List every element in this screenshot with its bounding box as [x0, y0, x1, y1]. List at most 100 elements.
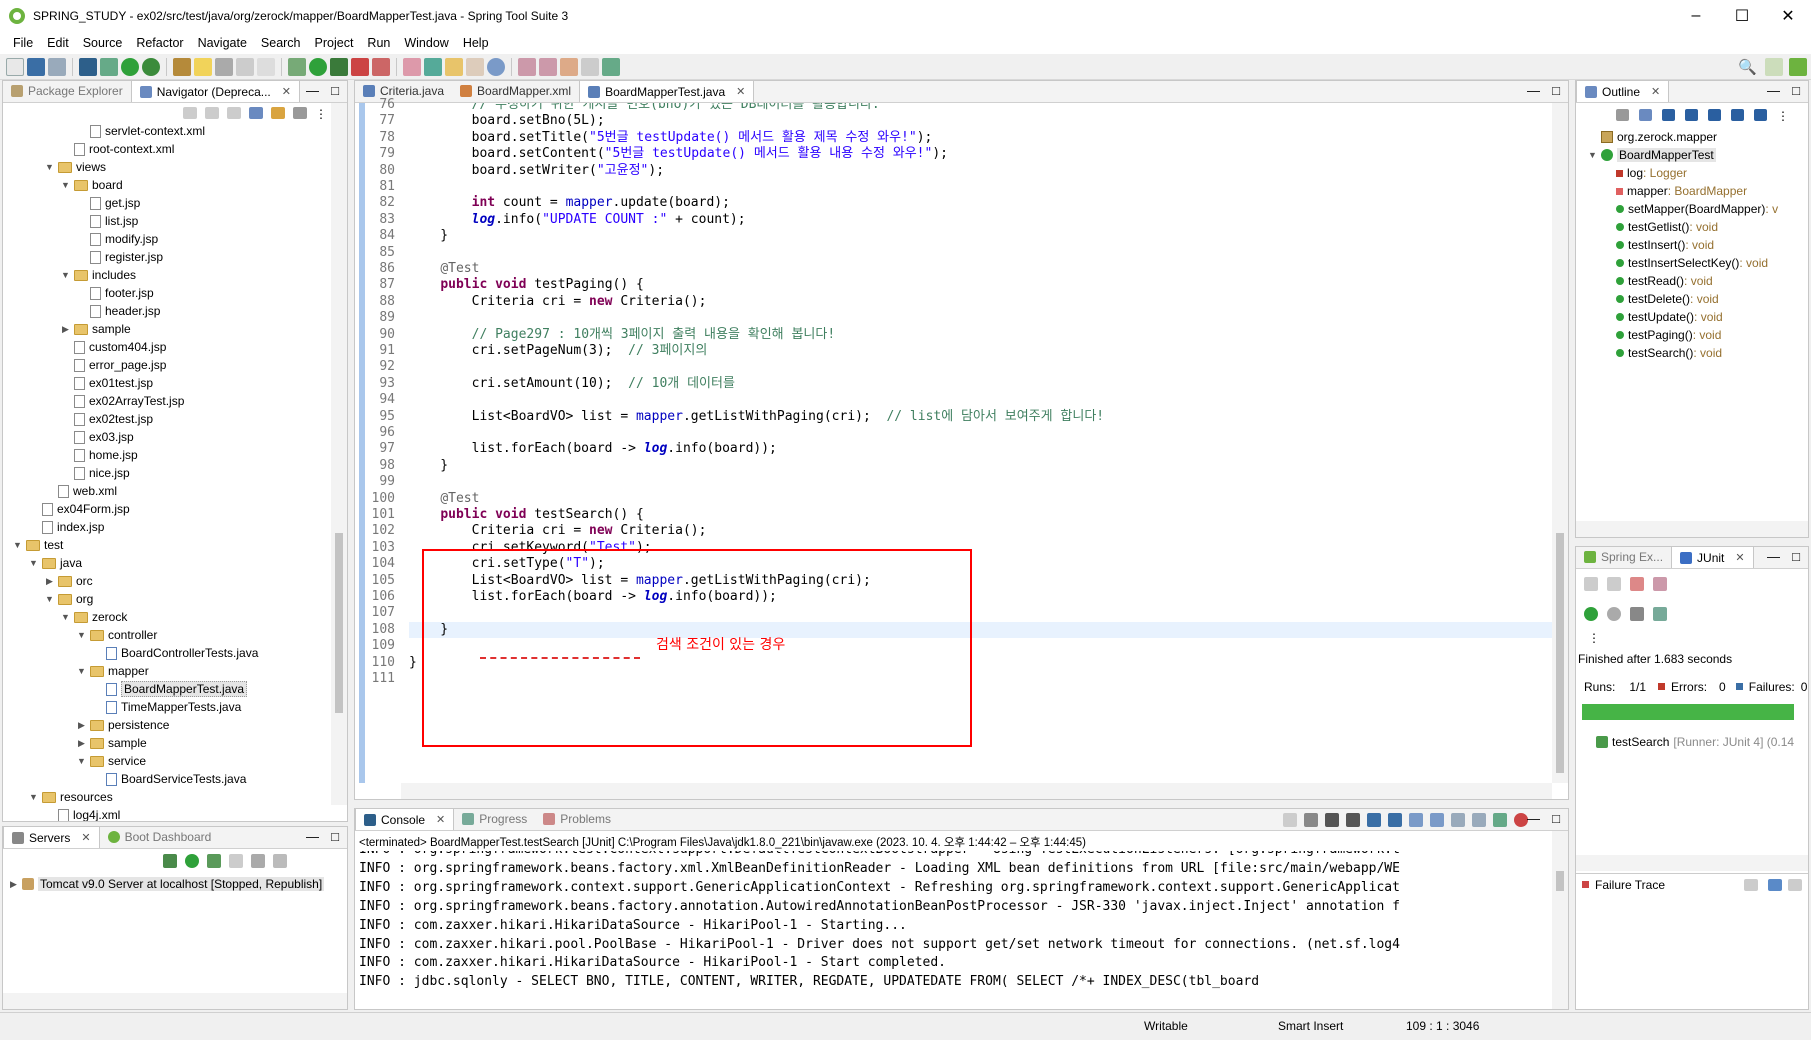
tree-item[interactable]: ▶ sample	[61, 321, 131, 337]
open-console-icon[interactable]	[1472, 813, 1486, 827]
tree-item[interactable]: TimeMapperTests.java	[93, 699, 241, 715]
tab-boardmapper-xml[interactable]: BoardMapper.xml	[452, 80, 579, 102]
display-console-icon[interactable]	[1451, 813, 1465, 827]
tab-boot-dashboard[interactable]: Boot Dashboard	[100, 826, 220, 848]
toggle-icon[interactable]	[215, 57, 233, 76]
tree-item[interactable]: index.jsp	[29, 519, 104, 535]
compare-icon[interactable]	[1744, 878, 1758, 891]
maximize-view-icon[interactable]: □	[1552, 83, 1560, 98]
tree-item[interactable]: ▼ resources	[29, 789, 113, 805]
tree-item[interactable]: nice.jsp	[61, 465, 130, 481]
minimize-view-icon[interactable]: —	[1767, 549, 1780, 564]
outline-item[interactable]: ▼ BoardMapperTest	[1588, 147, 1716, 163]
stop-server-icon[interactable]	[229, 854, 243, 868]
search-icon[interactable]: 🔍	[1738, 58, 1757, 76]
tree-item[interactable]: BoardMapperTest.java	[93, 681, 248, 697]
open-type-icon[interactable]	[173, 57, 191, 76]
word-wrap-icon[interactable]	[1388, 813, 1402, 827]
collapse-icon[interactable]: ▼	[61, 612, 70, 622]
history-icon[interactable]	[1653, 607, 1667, 621]
tree-item[interactable]: get.jsp	[77, 195, 140, 211]
refresh-icon[interactable]	[142, 57, 160, 76]
tree-item[interactable]: ▼ board	[61, 177, 123, 193]
stop-run-icon[interactable]	[1630, 607, 1644, 621]
tree-item[interactable]: footer.jsp	[77, 285, 154, 301]
tree-item[interactable]: ▶ sample	[77, 735, 147, 751]
tree-item[interactable]: list.jsp	[77, 213, 138, 229]
new-java-project-icon[interactable]	[403, 57, 421, 76]
junit-hscrollbar[interactable]	[1576, 855, 1808, 871]
tree-item[interactable]: ex03.jsp	[61, 429, 134, 445]
servers-hscrollbar[interactable]	[3, 993, 347, 1009]
show-failures-only-icon[interactable]	[1630, 577, 1644, 591]
menu-edit[interactable]: Edit	[40, 36, 76, 50]
outline-item[interactable]: setMapper(BoardMapper) : v	[1616, 201, 1778, 217]
collapse-icon[interactable]: ▼	[61, 180, 70, 190]
collapse-icon[interactable]: ▼	[61, 270, 70, 280]
tree-item[interactable]: ▼ zerock	[61, 609, 127, 625]
mark-occurrences-icon[interactable]	[194, 57, 212, 76]
hide-nonpublic-icon[interactable]	[1708, 109, 1721, 121]
open-perspective-icon[interactable]	[1765, 58, 1783, 76]
minimize-button[interactable]: –	[1673, 0, 1719, 32]
tree-item[interactable]: ex02ArrayTest.jsp	[61, 393, 184, 409]
tree-item[interactable]: BoardServiceTests.java	[93, 771, 246, 787]
maximize-view-icon[interactable]: □	[1552, 811, 1560, 826]
tab-junit[interactable]: JUnit ✕	[1671, 546, 1754, 568]
debug-icon[interactable]	[100, 57, 118, 76]
outline-item[interactable]: testSearch() : void	[1616, 345, 1722, 361]
scroll-thumb[interactable]	[1556, 533, 1564, 773]
collapse-icon[interactable]: ▼	[77, 666, 86, 676]
pin-editor-icon[interactable]	[602, 57, 620, 76]
tree-item[interactable]: ▼ mapper	[77, 663, 149, 679]
tab-navigator[interactable]: Navigator (Depreca... ✕	[130, 80, 300, 102]
show-stdout-icon[interactable]	[1409, 813, 1423, 827]
external-tools-icon[interactable]	[372, 57, 390, 76]
quick-access-icon[interactable]	[1514, 813, 1528, 827]
editor-scrollbar[interactable]	[1552, 103, 1568, 783]
tree-item[interactable]: ▼ org	[45, 591, 93, 607]
hide-local-types-icon[interactable]	[1731, 109, 1744, 121]
start-server-icon[interactable]	[185, 854, 199, 868]
tree-item[interactable]: log4j.xml	[45, 807, 120, 821]
menu-window[interactable]: Window	[397, 36, 455, 50]
outline-hscrollbar[interactable]	[1576, 521, 1808, 537]
expand-icon[interactable]: ▶	[45, 576, 54, 586]
collapse-icon[interactable]: ▼	[1588, 150, 1597, 160]
collapse-icon[interactable]: ▼	[13, 540, 22, 550]
close-icon[interactable]: ✕	[81, 831, 90, 844]
tree-item[interactable]: ▼ service	[77, 753, 146, 769]
minimize-view-icon[interactable]: —	[1767, 83, 1780, 98]
save-all-icon[interactable]	[48, 57, 66, 76]
maximize-view-icon[interactable]: □	[331, 83, 339, 98]
sort-icon[interactable]	[1616, 109, 1629, 121]
server-row[interactable]: ▶ Tomcat v9.0 Server at localhost [Stopp…	[9, 877, 325, 891]
navigator-scrollbar[interactable]	[331, 103, 347, 805]
menu-navigate[interactable]: Navigate	[191, 36, 254, 50]
next-annotation-icon[interactable]	[518, 57, 536, 76]
close-window-button[interactable]: ✕	[1765, 0, 1811, 32]
expand-icon[interactable]: ▶	[9, 879, 18, 889]
editor-hscrollbar[interactable]	[401, 783, 1552, 799]
tree-item[interactable]: register.jsp	[77, 249, 163, 265]
minimize-view-icon[interactable]: —	[1527, 83, 1540, 98]
tree-item[interactable]: ▼ includes	[61, 267, 136, 283]
tree-item[interactable]: root-context.xml	[61, 141, 174, 157]
maximize-view-icon[interactable]: □	[1792, 549, 1800, 564]
tree-item[interactable]: modify.jsp	[77, 231, 158, 247]
collapse-icon[interactable]: ▼	[45, 162, 54, 172]
publish-icon[interactable]	[251, 854, 265, 868]
tree-item[interactable]: web.xml	[45, 483, 117, 499]
tree-item[interactable]: ex01test.jsp	[61, 375, 153, 391]
block-icon[interactable]	[236, 57, 254, 76]
outline-item[interactable]: testRead() : void	[1616, 273, 1713, 289]
tab-criteria-java[interactable]: Criteria.java	[355, 80, 452, 102]
collapse-icon[interactable]: ▼	[29, 792, 38, 802]
hide-fields-icon[interactable]	[1662, 109, 1675, 121]
menu-source[interactable]: Source	[76, 36, 130, 50]
tree-item[interactable]: home.jsp	[61, 447, 138, 463]
tree-item[interactable]: ▶ persistence	[77, 717, 169, 733]
terminal-icon[interactable]	[79, 57, 97, 76]
pilcrow-icon[interactable]	[257, 57, 275, 76]
search-globe-icon[interactable]	[487, 57, 505, 76]
